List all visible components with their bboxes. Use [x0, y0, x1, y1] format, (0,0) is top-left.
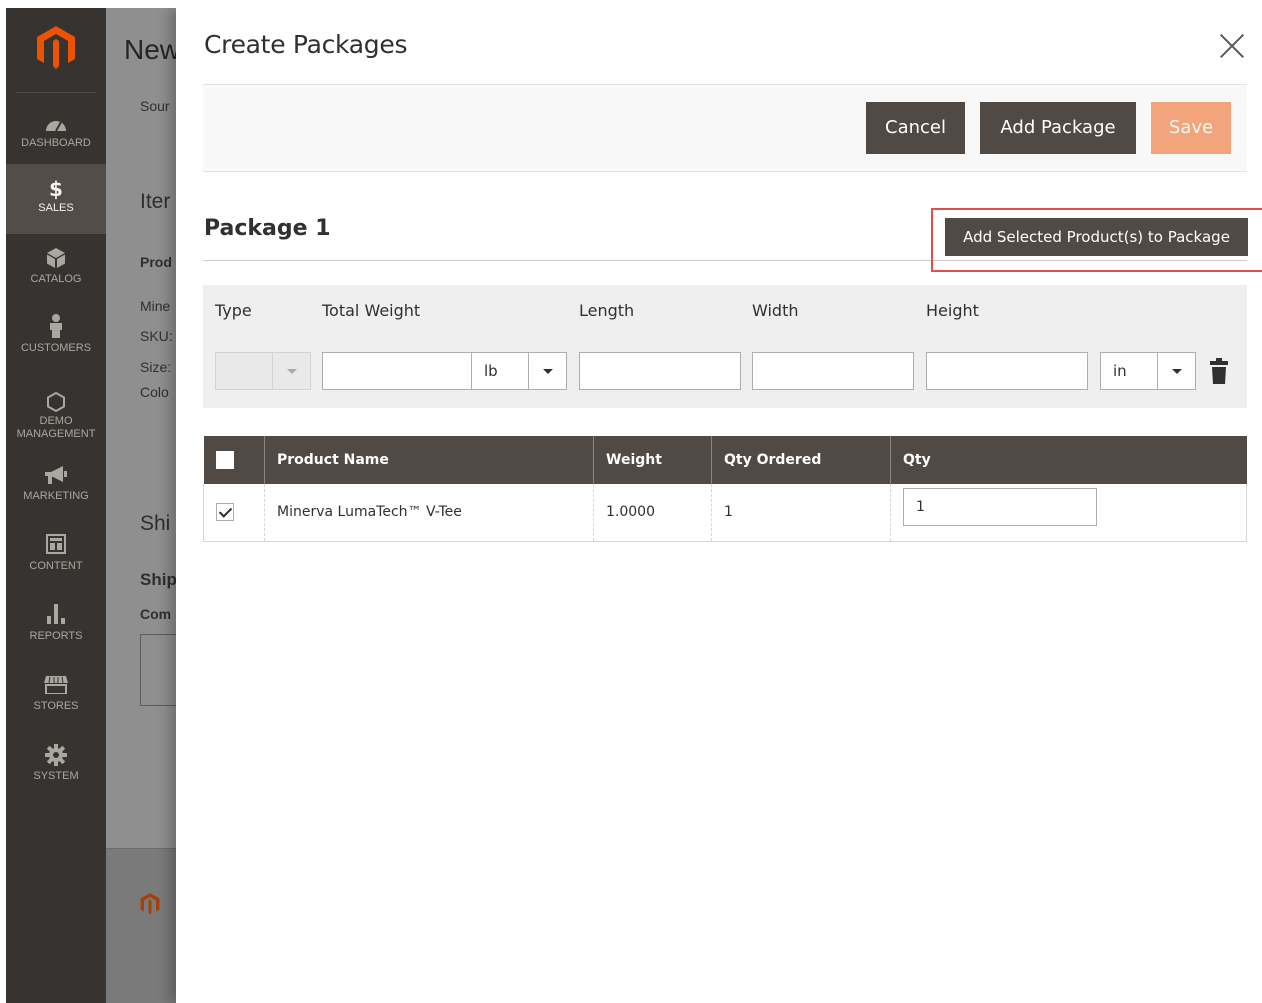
comment-textarea: [140, 634, 176, 706]
magento-logo-icon[interactable]: [36, 26, 76, 70]
dimension-unit-select[interactable]: in: [1100, 352, 1196, 390]
sidebar-item-stores[interactable]: STORES: [6, 666, 106, 736]
qty-header: Qty: [890, 436, 1247, 484]
qty-ordered-header: Qty Ordered: [711, 436, 891, 484]
modal-title: Create Packages: [204, 30, 408, 59]
dollar-icon: $: [49, 177, 63, 201]
sidebar-item-label: CONTENT: [29, 560, 83, 572]
qty-ordered-cell: 1: [711, 484, 891, 542]
package-title: Package 1: [204, 216, 331, 241]
source-label: Sour: [140, 98, 170, 114]
bar-chart-icon: [47, 604, 65, 624]
sidebar-item-label: STORES: [33, 700, 79, 712]
select-all-checkbox[interactable]: [215, 451, 234, 469]
sidebar-item-sales[interactable]: $ SALES: [6, 164, 106, 234]
page-title: New: [124, 34, 176, 65]
sidebar-item-content[interactable]: CONTENT: [6, 526, 106, 596]
add-selected-products-button[interactable]: Add Selected Product(s) to Package: [945, 218, 1248, 256]
megaphone-icon: [45, 466, 67, 484]
content-layout-icon: [46, 534, 66, 554]
type-select: [215, 352, 311, 390]
product-column-header: Prod: [140, 254, 172, 270]
sidebar-item-label: SALES: [38, 202, 74, 214]
width-header: Width: [752, 301, 799, 320]
shipping-heading: Shi: [140, 512, 171, 535]
dimension-unit-value: in: [1113, 362, 1127, 380]
chevron-down-icon: [272, 353, 310, 389]
admin-sidebar: DASHBOARD $ SALES CATALOG CUSTOMERS DEMO…: [6, 8, 106, 1003]
sidebar-item-label: REPORTS: [29, 630, 83, 642]
length-input[interactable]: [579, 352, 741, 390]
chevron-down-icon: [1157, 353, 1195, 389]
sku-label: SKU:: [140, 328, 173, 344]
color-label: Colo: [140, 384, 169, 400]
items-heading: Iter: [140, 190, 171, 213]
sidebar-item-system[interactable]: SYSTEM: [6, 736, 106, 806]
qty-input[interactable]: [903, 488, 1097, 527]
background-page: New Sour Iter Prod Mine SKU: Size: Colo …: [106, 8, 176, 1003]
sidebar-item-marketing[interactable]: MARKETING: [6, 456, 106, 526]
hexagon-icon: [47, 392, 65, 412]
sidebar-item-label: SYSTEM: [33, 770, 79, 782]
cancel-button[interactable]: Cancel: [866, 102, 965, 154]
sidebar-item-customers[interactable]: CUSTOMERS: [6, 308, 106, 378]
dashboard-icon: [46, 121, 66, 132]
table-row: Minerva LumaTech™ V-Tee 1.0000 1: [203, 484, 1247, 542]
sidebar-item-label: DEMO: [39, 415, 73, 427]
qty-cell: [890, 484, 1247, 542]
sidebar-item-reports[interactable]: REPORTS: [6, 596, 106, 666]
catalog-cube-icon: [47, 248, 65, 268]
length-header: Length: [579, 301, 635, 320]
modal-action-bar: Cancel Add Package Save: [203, 84, 1247, 172]
width-input[interactable]: [752, 352, 914, 390]
product-name-cell: Minerva LumaTech™ V-Tee: [264, 484, 594, 542]
comment-label: Com: [140, 606, 172, 622]
package-divider: [203, 260, 1247, 261]
sidebar-item-demo-management[interactable]: DEMO MANAGEMENT: [6, 386, 106, 452]
sidebar-item-label: CATALOG: [30, 273, 82, 285]
store-icon: [44, 676, 68, 694]
sidebar-item-catalog[interactable]: CATALOG: [6, 238, 106, 308]
weight-header: Weight: [593, 436, 712, 484]
height-header: Height: [926, 301, 979, 320]
magento-footer-logo-icon: [140, 893, 160, 915]
select-all-header: [203, 436, 265, 484]
add-package-button[interactable]: Add Package: [980, 102, 1136, 154]
gear-icon: [45, 744, 67, 766]
sidebar-item-label: CUSTOMERS: [20, 342, 92, 354]
close-icon[interactable]: [1216, 30, 1248, 62]
type-header: Type: [215, 301, 252, 320]
app-frame: DASHBOARD $ SALES CATALOG CUSTOMERS DEMO…: [6, 8, 1262, 1003]
weight-unit-value: lb: [484, 362, 498, 380]
package-items-table: Product Name Weight Qty Ordered Qty Mine…: [203, 436, 1247, 542]
shipping-subheading: Ship: [140, 570, 176, 589]
size-label: Size:: [140, 359, 172, 375]
sidebar-item-label: DASHBOARD: [21, 137, 91, 149]
customers-icon: [50, 314, 62, 338]
total-weight-header: Total Weight: [322, 301, 421, 320]
height-input[interactable]: [926, 352, 1088, 390]
save-button[interactable]: Save: [1151, 102, 1231, 154]
weight-unit-select[interactable]: lb: [471, 352, 567, 390]
create-packages-modal: Create Packages Cancel Add Package Save …: [176, 8, 1262, 1003]
package-params: Type Total Weight Length Width Height lb…: [203, 285, 1247, 408]
product-name-header: Product Name: [264, 436, 594, 484]
page-footer: [106, 848, 176, 1003]
sidebar-divider: [16, 92, 96, 93]
product-name: Mine: [140, 298, 171, 314]
chevron-down-icon: [528, 353, 566, 389]
sidebar-item-label: MARKETING: [23, 490, 89, 502]
trash-icon[interactable]: [1210, 358, 1228, 384]
sidebar-item-label-line2: MANAGEMENT: [16, 428, 96, 440]
row-select-cell: [203, 484, 265, 542]
table-header-row: Product Name Weight Qty Ordered Qty: [203, 436, 1247, 484]
total-weight-input[interactable]: [322, 352, 472, 390]
row-checkbox[interactable]: [216, 503, 234, 522]
weight-cell: 1.0000: [593, 484, 712, 542]
